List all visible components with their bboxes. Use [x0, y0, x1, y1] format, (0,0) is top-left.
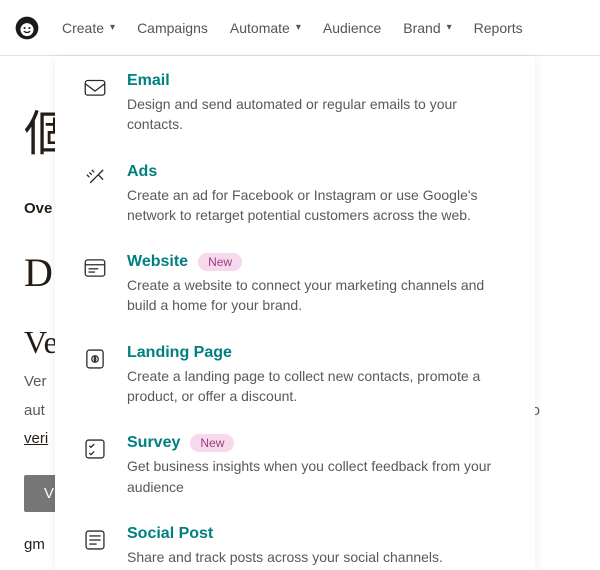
nav-campaigns[interactable]: Campaigns — [137, 20, 208, 36]
nav-audience[interactable]: Audience — [323, 20, 381, 36]
nav-label: Campaigns — [137, 20, 208, 36]
menu-desc: Design and send automated or regular ema… — [127, 94, 509, 135]
menu-item-social-post[interactable]: Social Post Share and track posts across… — [55, 509, 535, 570]
chevron-down-icon: ▾ — [110, 22, 115, 33]
menu-title: Ads — [127, 163, 157, 181]
menu-item-email[interactable]: Email Design and send automated or regul… — [55, 56, 535, 147]
monkey-icon — [14, 15, 40, 41]
top-nav: Create ▾ Campaigns Automate ▾ Audience B… — [0, 0, 600, 56]
menu-desc: Create a website to connect your marketi… — [127, 275, 509, 316]
create-dropdown: Email Design and send automated or regul… — [55, 56, 535, 570]
menu-title: Landing Page — [127, 344, 232, 362]
landing-page-icon — [81, 344, 109, 407]
menu-title: Social Post — [127, 525, 213, 543]
menu-title: Email — [127, 72, 170, 90]
nav-create[interactable]: Create ▾ — [62, 20, 115, 36]
chevron-down-icon: ▾ — [296, 22, 301, 33]
paragraph-fragment: Ver — [24, 373, 47, 390]
nav-label: Automate — [230, 20, 290, 36]
survey-icon — [81, 434, 109, 497]
chevron-down-icon: ▾ — [447, 22, 452, 33]
new-badge: New — [190, 434, 234, 452]
website-icon — [81, 253, 109, 316]
nav-label: Audience — [323, 20, 381, 36]
menu-desc: Share and track posts across your social… — [127, 547, 509, 567]
nav-reports[interactable]: Reports — [474, 20, 523, 36]
mailchimp-logo[interactable] — [14, 15, 40, 41]
verify-link[interactable]: veri — [24, 430, 48, 447]
ads-icon — [81, 163, 109, 226]
social-post-icon — [81, 525, 109, 567]
new-badge: New — [198, 253, 242, 271]
menu-desc: Get business insights when you collect f… — [127, 456, 509, 497]
menu-desc: Create an ad for Facebook or Instagram o… — [127, 185, 509, 226]
menu-item-website[interactable]: Website New Create a website to connect … — [55, 237, 535, 328]
menu-desc: Create a landing page to collect new con… — [127, 366, 509, 407]
paragraph-fragment: aut — [24, 402, 45, 419]
nav-label: Brand — [403, 20, 440, 36]
menu-item-landing-page[interactable]: Landing Page Create a landing page to co… — [55, 328, 535, 419]
nav-label: Reports — [474, 20, 523, 36]
menu-item-survey[interactable]: Survey New Get business insights when yo… — [55, 418, 535, 509]
nav-label: Create — [62, 20, 104, 36]
menu-item-ads[interactable]: Ads Create an ad for Facebook or Instagr… — [55, 147, 535, 238]
menu-title: Survey — [127, 434, 180, 452]
nav-brand[interactable]: Brand ▾ — [403, 20, 451, 36]
nav-automate[interactable]: Automate ▾ — [230, 20, 301, 36]
email-icon — [81, 72, 109, 135]
menu-title: Website — [127, 253, 188, 271]
